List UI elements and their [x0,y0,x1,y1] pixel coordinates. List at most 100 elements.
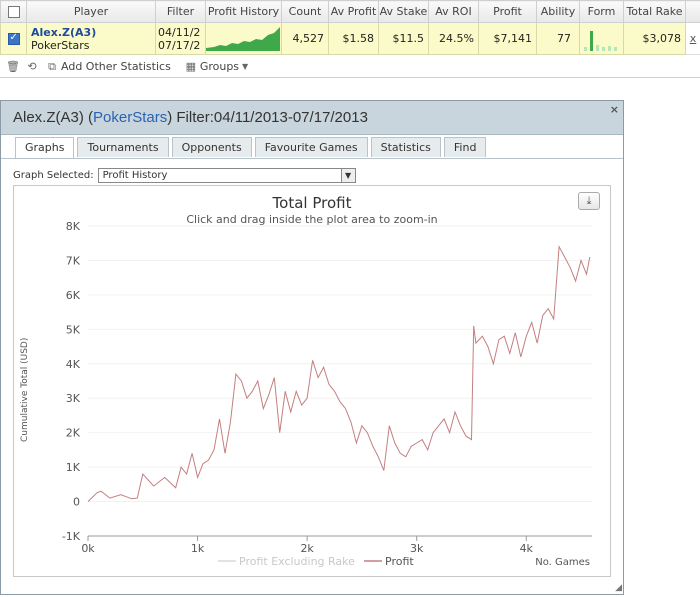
form-bar [584,47,587,51]
profit-cell: $7,141 [478,22,537,55]
x-tick-label: 4k [520,542,534,555]
add-other-statistics-label: Add Other Statistics [61,60,171,73]
graph-select-dropdown[interactable]: Profit History ▼ [97,167,356,183]
form-bar [608,46,611,51]
av-stake-cell: $11.5 [378,22,429,55]
x-tick-label: 2k [300,542,314,555]
header-profit[interactable]: Profit [478,0,537,23]
form-bar [614,47,617,51]
player-name[interactable]: Alex.Z(A3) [31,26,155,39]
header-filter[interactable]: Filter [155,0,206,23]
tab-graphs[interactable]: Graphs [15,137,75,158]
player-stats-table: Player Filter Profit History Count Av Pr… [0,0,700,55]
av-roi-cell: 24.5% [428,22,479,55]
add-other-statistics-button[interactable]: ⧉ Add Other Statistics [46,60,171,73]
chart-title: Total Profit [272,194,352,212]
table-row[interactable]: Alex.Z(A3) PokerStars 04/11/2 07/17/2 4,… [0,22,700,55]
y-tick-label: -1K [62,530,81,543]
profit-history-sparkline[interactable] [206,23,280,51]
panel-title-site-link[interactable]: PokerStars [93,109,167,126]
graph-select-value: Profit History [102,169,168,181]
ability-cell: 77 [536,22,580,55]
add-statistics-icon: ⧉ [48,59,56,73]
panel-title: Alex.Z(A3) (PokerStars) Filter:04/11/201… [1,101,623,135]
form-bar [596,45,599,51]
form-cell [579,22,624,55]
y-tick-label: 7K [66,254,81,267]
header-count[interactable]: Count [281,0,329,23]
header-spacer [685,0,700,23]
close-icon[interactable]: × [610,103,619,116]
chart-container[interactable]: ⤓ Total Profit Click and drag inside the… [13,185,611,577]
player-graph-panel: Alex.Z(A3) (PokerStars) Filter:04/11/201… [0,100,624,595]
row-select-cell[interactable] [0,22,27,55]
tab-tournaments[interactable]: Tournaments [77,137,169,157]
filter-end: 07/17/2 [158,38,201,52]
form-bar [602,47,605,51]
chevron-down-icon: ▼ [242,62,249,71]
x-tick-label: 0k [81,542,95,555]
form-bars [584,31,617,51]
panel-title-player: Alex.Z(A3) ( [13,109,94,126]
y-tick-label: 5K [66,323,81,336]
y-tick-label: 1K [66,461,81,474]
legend-item-profit[interactable]: Profit [385,555,414,568]
form-bar [590,31,593,51]
y-tick-label: 0 [73,496,80,509]
trash-icon[interactable]: 🗑 [6,60,20,73]
player-site: PokerStars [31,38,90,52]
y-tick-label: 4K [66,358,81,371]
y-tick-label: 2K [66,427,81,440]
x-axis: 0k 1k 2k 3k 4k [81,535,592,555]
tab-opponents[interactable]: Opponents [171,137,252,157]
groups-icon: ▦ [185,59,197,73]
graph-selected-label: Graph Selected: [13,169,94,181]
legend[interactable]: Profit Excluding Rake Profit [218,555,414,568]
header-av-stake[interactable]: Av Stake [378,0,429,23]
groups-dropdown[interactable]: ▦ Groups ▼ [185,59,249,73]
table-header-row: Player Filter Profit History Count Av Pr… [0,0,700,23]
header-profit-history[interactable]: Profit History [205,0,282,23]
chart-grid [88,225,592,537]
av-profit-cell: $1.58 [328,22,379,55]
legend-item-excl-rake[interactable]: Profit Excluding Rake [239,555,355,568]
tab-statistics[interactable]: Statistics [370,137,441,157]
y-tick-label: 6K [66,289,81,302]
profit-history-sparkline-cell[interactable] [205,22,282,55]
groups-label: Groups [199,60,240,73]
x-axis-label: No. Games [535,557,590,568]
panel-tabs: Graphs Tournaments Opponents Favourite G… [1,137,623,159]
select-all-checkbox[interactable] [7,6,20,18]
header-form[interactable]: Form [579,0,624,23]
player-cell[interactable]: Alex.Z(A3) PokerStars [26,22,156,55]
profit-chart[interactable]: Total Profit Click and drag inside the p… [14,186,610,576]
y-tick-label: 3K [66,392,81,405]
sparkline-area [206,27,280,51]
y-tick-label: 8K [66,220,81,233]
chevron-down-icon: ▼ [340,168,355,182]
table-toolbar: 🗑 ⟲ ⧉ Add Other Statistics ▦ Groups ▼ [0,56,700,78]
resize-handle-icon[interactable]: ◢ [615,583,622,593]
total-rake-cell: $3,078 [623,22,686,55]
filter-start: 04/11/2 [158,25,201,39]
y-axis: -1K 0 1K 2K 3K 4K 5K 6K 7K 8K [62,220,81,543]
refresh-icon[interactable]: ⟲ [26,60,38,73]
tab-favourite-games[interactable]: Favourite Games [254,137,368,157]
remove-row-icon[interactable]: x [685,22,700,55]
x-tick-label: 3k [410,542,424,555]
download-icon[interactable]: ⤓ [578,192,600,210]
series-line-profit [87,244,591,502]
header-av-roi[interactable]: Av ROI [428,0,479,23]
header-player[interactable]: Player [26,0,156,23]
x-tick-label: 1k [191,542,205,555]
tab-find[interactable]: Find [443,137,487,157]
row-checkbox[interactable] [7,32,20,45]
graph-select-row: Graph Selected: Profit History ▼ [13,167,356,183]
header-av-profit[interactable]: Av Profit [328,0,379,23]
chart-subtitle: Click and drag inside the plot area to z… [186,213,437,226]
y-axis-label: Cumulative Total (USD) [20,338,30,442]
header-ability[interactable]: Ability [536,0,580,23]
panel-title-filter: ) Filter:04/11/2013-07/17/2013 [167,109,368,126]
select-all-header[interactable] [0,0,27,23]
header-total-rake[interactable]: Total Rake [623,0,686,23]
